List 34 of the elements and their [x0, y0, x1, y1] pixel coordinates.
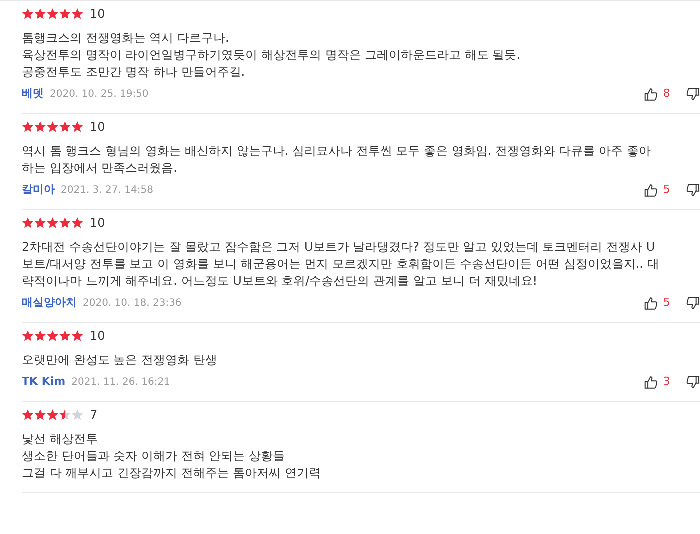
thumbs-down-icon[interactable] — [686, 86, 700, 102]
thumbs-down-icon[interactable] — [686, 182, 700, 198]
review-text: 오랫만에 완성도 높은 전쟁영화 탄생 — [22, 352, 218, 369]
thumbs-up-icon[interactable] — [644, 182, 658, 198]
author-link[interactable]: 베뎃 — [22, 86, 44, 102]
review-text: 톰행크스의 전쟁영화는 역시 다르구나. — [22, 30, 230, 47]
score: 10 — [90, 119, 106, 136]
review-text: 낯선 해상전투 — [22, 431, 99, 448]
score: 7 — [90, 407, 98, 424]
author-link[interactable]: 칼미아 — [22, 182, 55, 198]
review-text: 공중전투도 조만간 명작 하나 만들어주길. — [22, 64, 246, 81]
thumbs-up-icon[interactable] — [644, 296, 658, 310]
thumbs-down-icon[interactable] — [686, 374, 700, 390]
review-date: 2021. 11. 26. 16:21 — [72, 376, 170, 390]
author-link[interactable]: TK Kim — [22, 374, 66, 390]
score: 10 — [90, 328, 106, 345]
review-text: 그걸 다 깨부시고 긴장감까지 전해주는 톰아저씨 연기력 — [22, 465, 322, 482]
like-count: 3 — [663, 374, 672, 390]
thumbs-down-icon[interactable] — [686, 296, 700, 310]
review-text: 생소한 단어들과 숫자 이해가 전혀 안되는 상황들 — [22, 448, 286, 465]
review-text: 육상전투의 명작이 라이언일병구하기였듯이 해상전투의 명작은 그레이하운드라고 해도 될듯. — [22, 47, 522, 64]
like-count: 8 — [663, 86, 672, 102]
score: 10 — [90, 6, 106, 23]
review-date: 2021. 3. 27. 14:58 — [61, 184, 154, 198]
like-count: 5 — [663, 294, 672, 311]
review-date: 2020. 10. 18. 23:36 — [83, 296, 182, 310]
score: 10 — [90, 215, 106, 232]
review-text: 2차대전 수송선단이야기는 잘 몰랐고 잠수함은 그저 U보트가 날라댕겼다? 정도만 알고 있었는데 토크멘터리 전쟁사 U보트/대서양 전투를 보고 이 영화를 보니 해군용어는 먼지 모르겠지만 호휘함이든 수송선단이든 어떤 심정이었을지.. 대략적이나마 느끼게 해주네요. 어느정도 U보트와 호위/수송선단의 관계를 알고 보니 더 재밌네요! — [22, 239, 660, 290]
author-link[interactable]: 매실양아치 — [22, 294, 77, 312]
like-count: 5 — [663, 182, 672, 198]
thumbs-up-icon[interactable] — [644, 86, 658, 102]
review-date: 2020. 10. 25. 19:50 — [50, 88, 149, 102]
thumbs-up-icon[interactable] — [644, 374, 658, 390]
review-text: 역시 톰 행크스 형님의 영화는 배신하지 않는구나. 심리묘사나 전투씬 모두 좋은 영화임. 전쟁영화와 다큐를 아주 좋아하는 입장에서 만족스러웠음. — [22, 143, 652, 177]
